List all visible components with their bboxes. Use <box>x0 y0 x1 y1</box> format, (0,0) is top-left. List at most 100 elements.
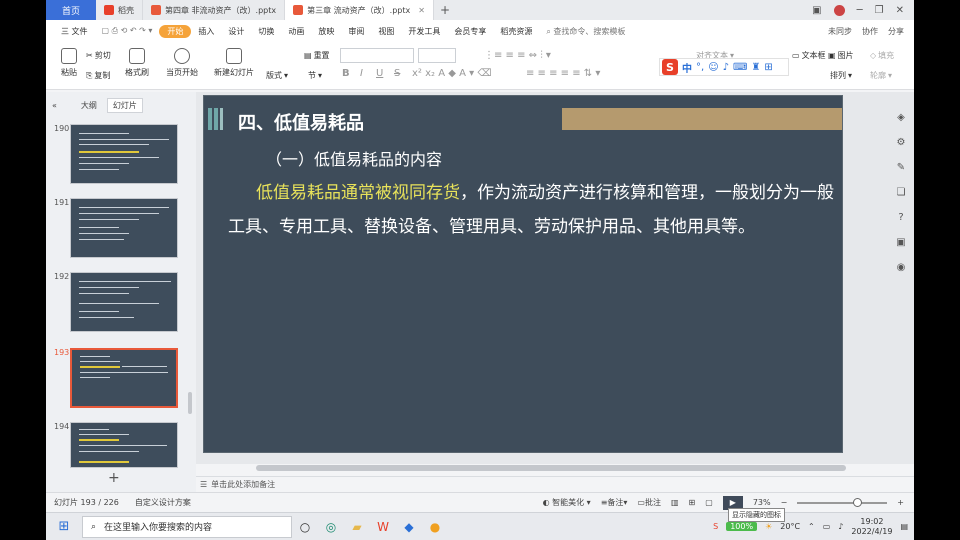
menu-insert[interactable]: 插入 <box>191 26 221 37</box>
sync-status[interactable]: 未同步 <box>828 26 852 37</box>
collaborate-button[interactable]: 协作 <box>862 26 878 37</box>
clock[interactable]: 19:02 2022/4/19 <box>851 517 892 537</box>
slide-thumbnail-193[interactable]: 193 <box>54 348 184 410</box>
punctuation-icon[interactable]: °, <box>696 62 704 73</box>
zoom-slider-knob[interactable] <box>853 497 863 507</box>
new-slide-button[interactable]: 新建幻灯片 <box>212 48 256 78</box>
slide-193[interactable]: 四、低值易耗品 （一）低值易耗品的内容 低值易耗品通常被视同存货，作为流动资产进… <box>203 95 843 453</box>
text-box-button[interactable]: ▭ 文本框 <box>792 50 826 61</box>
restore-icon[interactable]: ❐ <box>875 5 884 16</box>
slide-subtitle[interactable]: （一）低值易耗品的内容 <box>266 146 442 170</box>
notes-toggle[interactable]: ≡备注▾ <box>601 497 628 508</box>
quick-access-icons[interactable]: ▢ ⎙ ⟲ ↶ ↷ ▾ <box>95 26 160 36</box>
menu-docer-resources[interactable]: 稻壳资源 <box>493 26 539 37</box>
close-icon[interactable]: ✕ <box>418 6 425 15</box>
close-window-icon[interactable]: ✕ <box>896 5 904 16</box>
tab-outline[interactable]: 大纲 <box>81 100 97 111</box>
image-icon[interactable]: ▣ <box>896 237 905 248</box>
avatar[interactable] <box>833 4 845 16</box>
chevron-up-icon[interactable]: ⌃ <box>808 522 815 531</box>
font-format-icons[interactable]: x² x₂ A ◆ A ▾ ⌫ <box>412 68 491 79</box>
command-search[interactable]: ⌕ 查找命令、搜索模板 <box>539 26 632 37</box>
chinese-mode-icon[interactable]: 中 <box>682 60 692 75</box>
layout-button[interactable]: 版式 ▾ <box>266 70 288 81</box>
taskbar-search-input[interactable]: ⌕ 在这里输入你要搜索的内容 <box>82 515 292 538</box>
temperature[interactable]: 20°C <box>780 522 800 531</box>
menu-transition[interactable]: 切换 <box>251 26 281 37</box>
font-size-select[interactable] <box>418 48 456 63</box>
beautify-button[interactable]: ◐ 智能美化 ▾ <box>543 497 591 508</box>
menu-design[interactable]: 设计 <box>221 26 251 37</box>
add-slide-button[interactable]: + <box>108 470 120 486</box>
canvas-horizontal-scrollbar[interactable] <box>256 465 846 471</box>
slide-thumbnail-192[interactable]: 192 <box>54 272 184 334</box>
sogou-tray-icon[interactable]: S <box>713 522 718 531</box>
reading-view-icon[interactable]: ▢ <box>705 498 713 507</box>
notification-icon[interactable]: ▤ <box>900 522 908 531</box>
reset-button[interactable]: ▤ 重置 <box>304 50 330 61</box>
slide-thumbnail-194[interactable]: 194 <box>54 422 184 472</box>
zoom-level[interactable]: 73% <box>753 498 771 507</box>
layout-icon[interactable]: ▣ <box>812 5 821 16</box>
menu-file[interactable]: 三 文件 <box>54 26 95 37</box>
notes-pane[interactable]: ☰ 单击此处添加备注 <box>196 476 914 492</box>
help-icon[interactable]: ? <box>898 212 903 223</box>
copy-icon[interactable]: ❏ <box>897 187 906 198</box>
from-current-button[interactable]: 当页开始 <box>160 48 204 78</box>
task-view-icon[interactable]: ○ <box>292 520 318 534</box>
keyboard-icon[interactable]: ⌨ <box>733 62 747 73</box>
new-tab-button[interactable]: + <box>440 3 450 17</box>
mic-icon[interactable]: ♪ <box>723 62 729 73</box>
section-button[interactable]: 节 ▾ <box>308 70 322 81</box>
shirt-icon[interactable]: ♜ <box>751 62 760 73</box>
tab-slides[interactable]: 幻灯片 <box>106 98 143 113</box>
sogou-ime-toolbar[interactable]: S 中 °, ☺ ♪ ⌨ ♜ ⊞ <box>659 58 789 76</box>
menu-member[interactable]: 会员专享 <box>447 26 493 37</box>
menu-slideshow[interactable]: 放映 <box>311 26 341 37</box>
panel-scrollbar[interactable] <box>188 392 192 414</box>
picture-button[interactable]: ▣ 图片 <box>828 50 854 61</box>
paragraph-icons-top[interactable]: ⋮≡ ≡ ≡ ⇔ ⫶ ▾ <box>484 50 551 61</box>
paragraph-icons-bottom[interactable]: ≡ ≡ ≡ ≡ ≡ ⇅ ▾ <box>526 68 600 79</box>
shape-icon[interactable]: ◈ <box>897 112 905 123</box>
app-icon-blue[interactable]: ◆ <box>396 520 422 534</box>
tab-chapter4[interactable]: 第四章 非流动资产（改）.pptx <box>143 0 286 20</box>
grid-icon[interactable]: ⊞ <box>764 62 772 73</box>
slide-title[interactable]: 四、低值易耗品 <box>238 109 364 135</box>
format-painter-button[interactable]: 格式刷 <box>118 48 156 78</box>
slide-body-text[interactable]: 低值易耗品通常被视同存货，作为流动资产进行核算和管理，一般划分为一般工具、专用工… <box>228 176 840 244</box>
app-icon-orange[interactable]: ● <box>422 520 448 534</box>
cut-button[interactable]: ✂ 剪切 <box>86 50 111 61</box>
battery-indicator[interactable]: 100% <box>726 522 758 531</box>
menu-view[interactable]: 视图 <box>371 26 401 37</box>
arrange-button[interactable]: 排列 ▾ <box>830 70 852 81</box>
tab-home[interactable]: 首页 <box>46 0 96 20</box>
windows-start-icon[interactable]: ⊞ <box>46 519 82 534</box>
underline-button[interactable]: U <box>376 68 383 79</box>
italic-button[interactable]: I <box>360 68 363 79</box>
slide-thumbnail-191[interactable]: 191 <box>54 198 184 260</box>
zoom-in-button[interactable]: + <box>897 498 904 507</box>
pin-icon[interactable]: ✎ <box>897 162 905 173</box>
sorter-view-icon[interactable]: ⊞ <box>689 498 696 507</box>
menu-start[interactable]: 开始 <box>159 24 192 38</box>
file-explorer-icon[interactable]: ▰ <box>344 520 370 534</box>
zoom-out-button[interactable]: − <box>781 498 788 507</box>
network-icon[interactable]: ▭ <box>823 522 831 531</box>
menu-animation[interactable]: 动画 <box>281 26 311 37</box>
strike-button[interactable]: S <box>394 68 400 79</box>
outline-button[interactable]: 轮廓 ▾ <box>870 70 892 81</box>
settings-sliders-icon[interactable]: ⚙ <box>897 137 906 148</box>
tab-docer[interactable]: 稻壳 <box>96 0 143 20</box>
paste-button[interactable]: 粘贴 <box>50 48 88 78</box>
tab-chapter3[interactable]: 第三章 流动资产（改）.pptx ✕ <box>285 0 434 20</box>
menu-review[interactable]: 审阅 <box>341 26 371 37</box>
menu-developer[interactable]: 开发工具 <box>401 26 447 37</box>
share-button[interactable]: 分享 <box>888 26 904 37</box>
copy-button[interactable]: ⎘ 复制 <box>86 70 110 81</box>
slide-thumbnail-190[interactable]: 190 <box>54 124 184 186</box>
emoji-icon[interactable]: ☺ <box>708 62 718 73</box>
wps-icon[interactable]: W <box>370 520 396 534</box>
minimize-icon[interactable]: ─ <box>857 5 863 16</box>
normal-view-icon[interactable]: ▥ <box>671 498 679 507</box>
